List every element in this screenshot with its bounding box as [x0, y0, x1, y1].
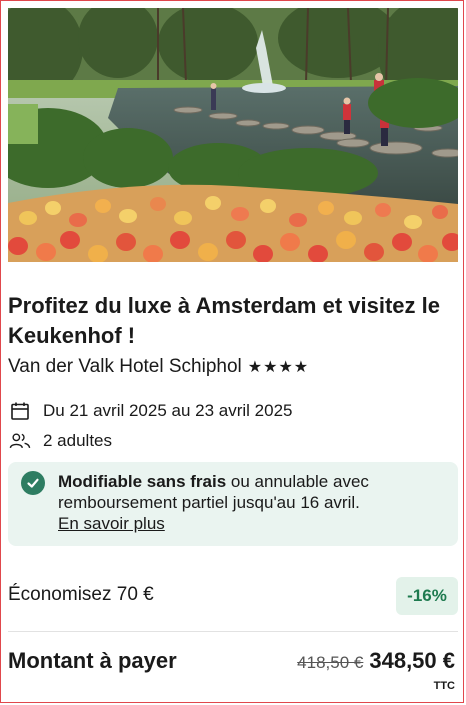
people-icon [9, 430, 31, 452]
calendar-icon [9, 400, 31, 422]
old-price: 418,50 € [297, 653, 364, 672]
tax-note: TTC [433, 680, 455, 692]
star-rating: ★★★★ [247, 359, 310, 376]
learn-more-link[interactable]: En savoir plus [58, 514, 165, 533]
cancellation-notice: Modifiable sans frais ou annulable avec … [8, 462, 458, 546]
offer-title: Profitez du luxe à Amsterdam et visitez … [8, 293, 440, 348]
notice-text: Modifiable sans frais ou annulable avec … [58, 471, 448, 534]
offer-card[interactable]: Profitez du luxe à Amsterdam et visitez … [0, 0, 464, 703]
total-label: Montant à payer [8, 648, 177, 673]
check-circle-icon [21, 471, 45, 495]
stay-dates: Du 21 avril 2025 au 23 avril 2025 [43, 401, 293, 420]
discount-badge: -16% [396, 577, 458, 615]
keukenhof-photo [8, 8, 458, 262]
current-price: 348,50 € [369, 648, 455, 673]
divider [8, 631, 458, 632]
guest-count: 2 adultes [43, 431, 112, 450]
price-block: 418,50 € 348,50 € [297, 648, 455, 674]
hotel-line: Van der Valk Hotel Schiphol ★★★★ [8, 355, 309, 380]
dates-row: Du 21 avril 2025 au 23 avril 2025 [9, 400, 293, 422]
savings-label: Économisez 70 € [8, 584, 154, 605]
guests-row: 2 adultes [9, 430, 112, 452]
notice-strong: Modifiable sans frais [58, 472, 227, 491]
hotel-name: Van der Valk Hotel Schiphol [8, 356, 242, 377]
